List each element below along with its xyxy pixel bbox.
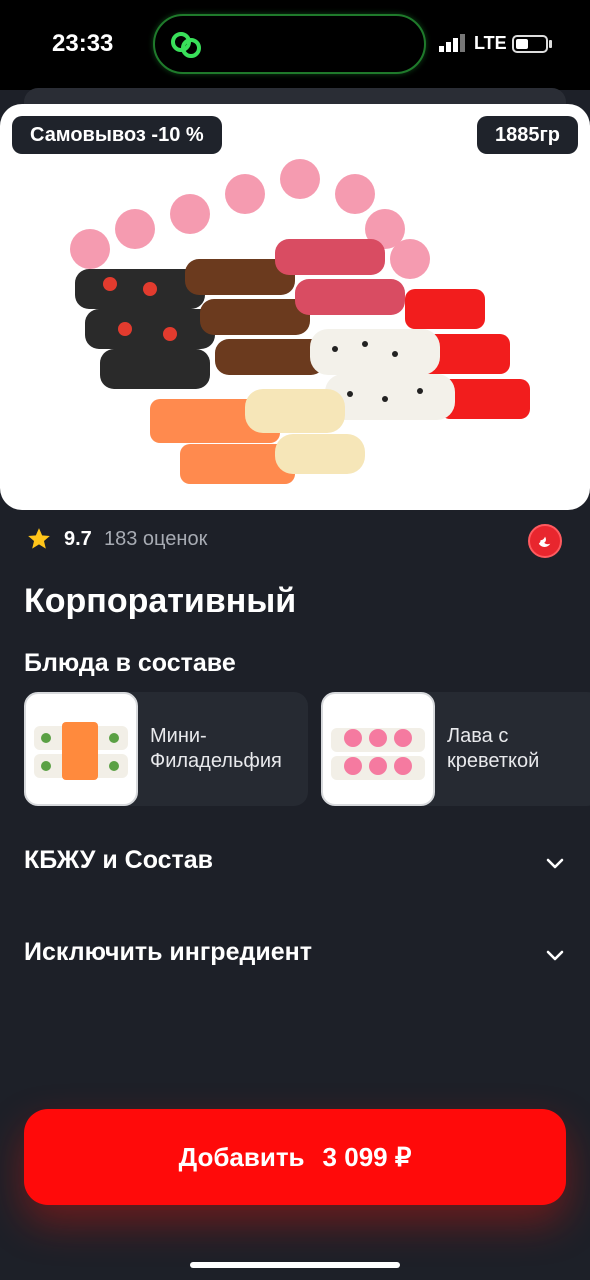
rating-value: 9.7 [64, 528, 92, 550]
rating-count: 183 оценок [104, 528, 208, 550]
chevron-down-icon [546, 858, 564, 869]
home-indicator[interactable] [190, 1262, 400, 1268]
dish-thumbnail [24, 692, 138, 806]
network-type: LTE [474, 33, 507, 53]
rating-row[interactable]: 9.7 183 оценок [26, 524, 566, 558]
mini-philadelphia-image [34, 722, 128, 780]
signal-icon [439, 34, 465, 52]
exclude-ingredient-title: Исключить ингредиент [24, 938, 312, 966]
product-image: Самовывоз -10 % 1885гр [0, 104, 590, 510]
add-button-price: 3 099 ₽ [322, 1141, 412, 1172]
spicy-icon [528, 524, 562, 558]
product-title: Корпоративный [24, 582, 297, 620]
battery-nub [549, 40, 552, 48]
add-button-label: Добавить [178, 1141, 305, 1172]
status-time: 23:33 [52, 30, 114, 57]
dish-thumbnail [321, 692, 435, 806]
star-icon [28, 528, 50, 549]
dynamic-island[interactable] [153, 14, 426, 74]
composition-item-lava-shrimp[interactable]: Лава с креветкой [321, 692, 590, 806]
composition-title: Блюда в составе [24, 649, 236, 677]
nutrition-accordion[interactable]: КБЖУ и Состав [24, 842, 566, 882]
status-bar: 23:33 LTE [0, 0, 590, 90]
lava-shrimp-image [331, 728, 425, 780]
dish-label: Мини-Филадельфия [150, 725, 282, 772]
battery-icon [512, 35, 548, 53]
nutrition-title: КБЖУ и Состав [24, 846, 214, 874]
chevron-down-icon [546, 950, 564, 961]
sushi-set-illustration [70, 159, 530, 484]
app-link-icon [171, 32, 201, 58]
dish-label: Лава с креветкой [447, 725, 540, 772]
exclude-ingredient-accordion[interactable]: Исключить ингредиент [24, 934, 566, 974]
add-to-cart-button[interactable]: Добавить 3 099 ₽ [24, 1109, 566, 1205]
composition-item-mini-philadelphia[interactable]: Мини-Филадельфия [24, 692, 308, 806]
